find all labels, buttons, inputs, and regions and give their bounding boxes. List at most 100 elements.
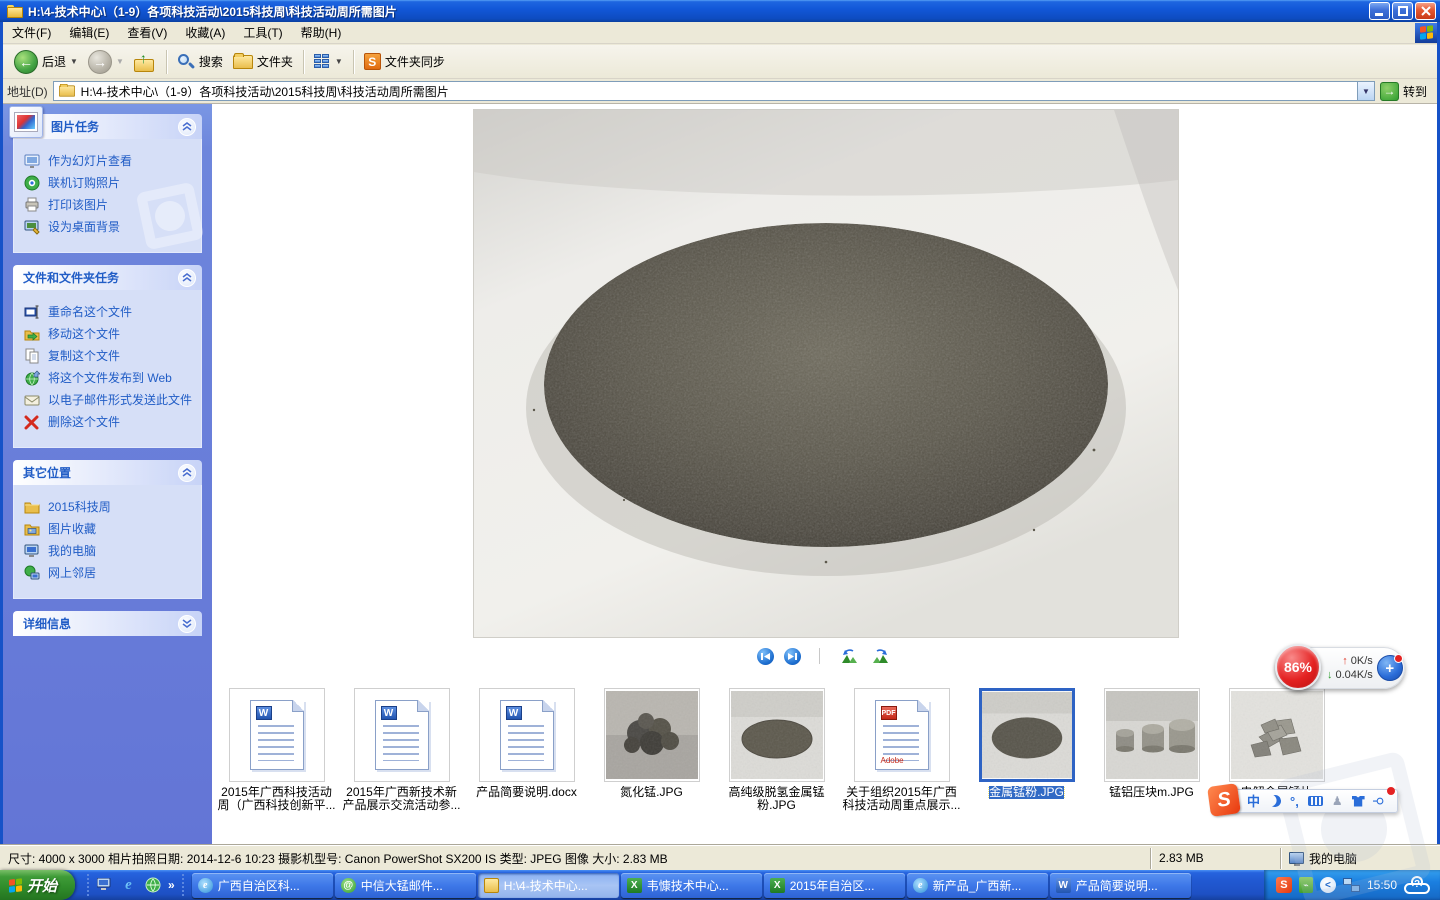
window-title: H:\4-技术中心\（1-9）各项科技活动\2015科技周\科技活动周所需图片 (28, 3, 1367, 20)
sogou-input-toolbar[interactable]: S 中 °, ♟ ⚲ (1212, 789, 1398, 813)
show-desktop-icon[interactable] (96, 877, 113, 894)
rotate-clockwise-button[interactable] (870, 648, 892, 664)
filmstrip-view: W 2015年广西科技活动周（广西科技创新平... W 2015年广西新技术新产… (212, 104, 1437, 845)
sogou-tray-icon[interactable]: S (1276, 877, 1292, 893)
address-dropdown-button[interactable]: ▼ (1357, 82, 1374, 100)
menu-edit[interactable]: 编辑(E) (60, 21, 118, 44)
task-delete-file[interactable]: 删除这个文件 (24, 415, 193, 430)
status-file-size: 2.83 MB (1150, 848, 1280, 869)
thumbnail-pdf[interactable]: PDFAdobe 关于组织2015年广西科技活动周重点展示... (839, 688, 964, 812)
picture-tasks-header[interactable]: 图片任务 (13, 114, 202, 139)
menu-file[interactable]: 文件(F) (3, 21, 60, 44)
account-icon[interactable]: ♟ (1332, 794, 1343, 808)
views-icon (314, 54, 331, 69)
task-button-explorer-active[interactable]: H:\4-技术中心... (478, 873, 619, 898)
task-view-as-slideshow[interactable]: 作为幻灯片查看 (24, 154, 193, 169)
search-button[interactable]: 搜索 (172, 51, 228, 73)
menu-help[interactable]: 帮助(H) (292, 21, 351, 44)
collapse-chevron-icon[interactable] (178, 464, 196, 482)
collapse-chevron-icon[interactable] (178, 269, 196, 287)
security-speed-widget[interactable]: 86% ↑0K/s ↓0.04K/s + (1277, 647, 1405, 689)
settings-wrench-icon[interactable]: ⚲ (1371, 797, 1385, 806)
place-my-computer[interactable]: 我的电脑 (24, 544, 193, 559)
details-header[interactable]: 详细信息 (13, 611, 202, 636)
thumbnail-photo-gaochunji[interactable]: 高纯级脱氢金属锰粉.JPG (714, 688, 839, 812)
thumbnail-doc-3[interactable]: W 产品简要说明.docx (464, 688, 589, 812)
minimize-button[interactable] (1369, 2, 1390, 20)
sogou-logo-icon[interactable]: S (1207, 783, 1241, 817)
task-button-excel-1[interactable]: X 韦慷技术中心... (621, 873, 762, 898)
photo-lumps (606, 691, 698, 779)
task-button-mail[interactable]: @ 中信大锰邮件... (335, 873, 476, 898)
rotate-counterclockwise-button[interactable] (838, 648, 860, 664)
go-button[interactable]: → 转到 (1380, 82, 1433, 101)
thumbnail-photo-mengluyakuai[interactable]: 锰铝压块m.JPG (1089, 688, 1214, 812)
forward-button[interactable]: → ▼ (83, 48, 129, 76)
word-doc-icon: W (250, 700, 304, 770)
file-folder-tasks-header[interactable]: 文件和文件夹任务 (13, 265, 202, 290)
punctuation-icon[interactable]: °, (1290, 795, 1299, 808)
photo-powder-pile (982, 691, 1072, 779)
skin-icon[interactable] (1352, 796, 1365, 807)
forward-dropdown-icon: ▼ (116, 57, 124, 66)
taskbar: 开始 e » e 广西自治区科... @ 中信大锰邮件... H:\4-技术中心… (0, 870, 1440, 900)
desktop-background-icon (24, 219, 41, 235)
browser-app-icon[interactable] (144, 877, 161, 894)
task-button-ie-guangxi[interactable]: e 广西自治区科... (192, 873, 333, 898)
taskbar-buttons: e 广西自治区科... @ 中信大锰邮件... H:\4-技术中心... X 韦… (192, 873, 1264, 898)
task-move-file[interactable]: 移动这个文件 (24, 327, 193, 342)
task-button-excel-2[interactable]: X 2015年自治区... (764, 873, 905, 898)
address-input[interactable]: H:\4-技术中心\（1-9）各项科技活动\2015科技周\科技活动周所需图片 … (53, 81, 1375, 101)
thumbnail-photo-danhuameng[interactable]: 氮化锰.JPG (589, 688, 714, 812)
previous-image-button[interactable] (757, 648, 774, 665)
other-places-header[interactable]: 其它位置 (13, 460, 202, 485)
other-places-panel: 其它位置 2015科技周 图片收藏 我的电脑 网上邻居 (13, 460, 202, 599)
fullwidth-moon-icon[interactable] (1267, 793, 1282, 808)
menu-tools[interactable]: 工具(T) (234, 21, 291, 44)
notification-dot (1387, 787, 1395, 795)
upload-arrow-icon: ↑ (1342, 654, 1348, 668)
task-button-ie-newproduct[interactable]: e 新产品_广西新... (907, 873, 1048, 898)
task-pane-sidebar: 图片任务 作为幻灯片查看 联机订购照片 打印该图片 (3, 104, 212, 845)
input-mode-chinese[interactable]: 中 (1247, 795, 1260, 808)
start-button[interactable]: 开始 (0, 870, 75, 900)
health-score-ball[interactable]: 86% (1275, 644, 1321, 690)
place-2015-tech-week[interactable]: 2015科技周 (24, 500, 193, 515)
menu-view[interactable]: 查看(V) (118, 21, 176, 44)
back-button[interactable]: ← 后退 ▼ (9, 48, 83, 76)
views-button[interactable]: ▼ (309, 52, 348, 71)
back-dropdown-icon[interactable]: ▼ (70, 57, 78, 66)
place-my-pictures[interactable]: 图片收藏 (24, 522, 193, 537)
folders-button[interactable]: 文件夹 (228, 51, 298, 72)
internet-explorer-icon[interactable]: e (120, 877, 137, 894)
up-button[interactable]: ↑ (129, 50, 161, 74)
windows-flag-icon (9, 878, 22, 892)
collapse-chevron-icon[interactable] (178, 118, 196, 136)
task-button-word[interactable]: W 产品简要说明... (1050, 873, 1191, 898)
slideshow-icon (24, 153, 41, 169)
folder-sync-button[interactable]: S 文件夹同步 (359, 51, 450, 72)
task-publish-file-web[interactable]: 将这个文件发布到 Web (24, 371, 193, 386)
address-bar: 地址(D) H:\4-技术中心\（1-9）各项科技活动\2015科技周\科技活动… (3, 79, 1437, 104)
thumbnail-photo-jinshumengfen-selected[interactable]: 金属锰粉.JPG (964, 688, 1089, 812)
thumbnail-doc-2[interactable]: W 2015年广西新技术新产品展示交流活动参... (339, 688, 464, 812)
folders-icon (233, 55, 253, 69)
menu-favorites[interactable]: 收藏(A) (176, 21, 234, 44)
delete-icon (24, 414, 41, 430)
task-copy-file[interactable]: 复制这个文件 (24, 349, 193, 364)
next-image-button[interactable] (784, 648, 801, 665)
place-network[interactable]: 网上邻居 (24, 566, 193, 581)
preview-image-manganese-powder[interactable] (474, 110, 1178, 637)
forward-arrow-icon: → (88, 50, 112, 74)
restore-button[interactable] (1392, 2, 1413, 20)
expand-chevron-icon[interactable] (178, 615, 196, 633)
soft-keyboard-icon[interactable] (1308, 796, 1323, 806)
picture-tasks-icon (9, 106, 43, 138)
accelerator-ball-icon[interactable]: + (1377, 655, 1403, 681)
close-button[interactable] (1415, 2, 1436, 20)
thumbnail-doc-1[interactable]: W 2015年广西科技活动周（广西科技创新平... (214, 688, 339, 812)
task-rename-file[interactable]: 重命名这个文件 (24, 305, 193, 320)
views-dropdown-icon[interactable]: ▼ (335, 57, 343, 66)
quick-launch-overflow-chevron[interactable]: » (168, 878, 175, 892)
task-email-file[interactable]: 以电子邮件形式发送此文件 (24, 393, 193, 408)
